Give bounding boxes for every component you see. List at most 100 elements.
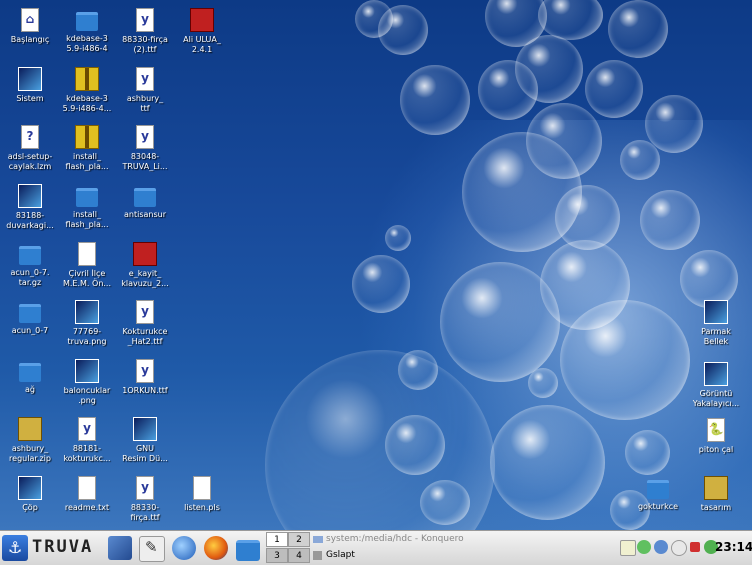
desktop-icon-item[interactable]: 83188- duvarkagi... bbox=[0, 184, 60, 231]
file-manager-launcher[interactable] bbox=[236, 540, 260, 561]
desktop-icon-item[interactable]: ağ bbox=[0, 359, 60, 395]
desktop-icon-item[interactable]: y 88181- kokturukc... bbox=[57, 417, 117, 464]
task-konqueror[interactable]: system:/media/hdc - Konquero bbox=[312, 532, 466, 547]
monitor-icon bbox=[18, 67, 42, 91]
icon-label: piton çal bbox=[698, 445, 734, 454]
archive-icon bbox=[19, 246, 41, 265]
right-icon-item[interactable]: gokturkce bbox=[628, 476, 688, 512]
desktop-icon-item[interactable]: install_ flash_pla... bbox=[57, 184, 117, 230]
desktop-icon-item[interactable]: kdebase-3 5.9-i486-4... bbox=[57, 67, 117, 114]
desktop-icon-item[interactable]: GNU Resim Dü... bbox=[115, 417, 175, 464]
icon-label: 88181- kokturukc... bbox=[63, 444, 111, 463]
desktop-icon-item[interactable]: Sistem bbox=[0, 67, 60, 104]
folder-icon bbox=[76, 188, 98, 207]
right-icon-item[interactable]: tasarım bbox=[686, 476, 746, 513]
icon-label: 88330- firça.ttf bbox=[130, 503, 160, 522]
right-icon-item[interactable]: 🐍 piton çal bbox=[686, 418, 746, 455]
browser-launcher[interactable] bbox=[172, 536, 196, 560]
desktop-icon-item[interactable]: Çivril İlçe M.E.M. Ön... bbox=[57, 242, 117, 289]
desktop-icon-item[interactable]: install_ flash_pla... bbox=[57, 125, 117, 172]
icon-label: GNU Resim Dü... bbox=[122, 444, 168, 463]
start-menu-button[interactable]: ⚓ bbox=[2, 535, 28, 561]
desktop-icon-item[interactable]: ashbury_ regular.zip bbox=[0, 417, 60, 464]
kde-logo-icon: ⚓ bbox=[8, 538, 23, 557]
icon-label: 77769- truva.png bbox=[67, 327, 107, 346]
icon-label: ashbury_ ttf bbox=[126, 94, 164, 113]
desktop-icon-item[interactable]: 77769- truva.png bbox=[57, 300, 117, 347]
icon-label: adsl-setup- caylak.lzm bbox=[7, 152, 53, 171]
folder-icon bbox=[647, 480, 669, 499]
clipboard-icon[interactable] bbox=[620, 540, 636, 556]
icon-label: 88330-firça (2).ttf bbox=[122, 35, 168, 54]
icon-label: ashbury_ regular.zip bbox=[9, 444, 51, 463]
folder-icon bbox=[134, 188, 156, 207]
icon-label: kdebase-3 5.9-i486-4 bbox=[66, 34, 108, 53]
firefox-launcher[interactable] bbox=[204, 536, 228, 560]
desktop-icon-item[interactable]: y 1ORKUN.ttf bbox=[115, 359, 175, 396]
desktop-icon-item[interactable]: kdebase-3 5.9-i486-4 bbox=[57, 8, 117, 54]
desktop-icon-item[interactable]: Çöp bbox=[0, 476, 60, 513]
icon-label: Kokturukce _Hat2.ttf bbox=[122, 327, 168, 346]
task-label: system:/media/hdc - Konquero bbox=[326, 534, 464, 544]
red-disc-icon bbox=[190, 8, 214, 32]
desktop-icon-item[interactable]: ⌂ Başlangıç bbox=[0, 8, 60, 45]
icon-label: Sistem bbox=[16, 94, 44, 103]
alert-icon[interactable] bbox=[690, 542, 700, 552]
screenshot-icon bbox=[704, 362, 728, 386]
desktop-4-button[interactable]: 4 bbox=[288, 548, 310, 563]
network-icon[interactable] bbox=[637, 540, 651, 554]
icon-label: acun_0-7. tar.gz bbox=[10, 268, 50, 287]
icon-label: install_ flash_pla... bbox=[65, 152, 109, 171]
icon-label: ağ bbox=[25, 385, 35, 394]
task-gslapt[interactable]: Gslapt bbox=[312, 548, 466, 563]
icon-label: baloncuklar .png bbox=[63, 386, 111, 405]
desktop-icon-item[interactable]: acun_0-7 bbox=[0, 300, 60, 336]
desktop-1-button[interactable]: 1 bbox=[266, 532, 288, 547]
taskbar: ⚓ TRUVA ✎ 1 2 3 4 system:/media/hdc - Ko… bbox=[0, 530, 752, 565]
trash-icon bbox=[18, 476, 42, 500]
icon-label: readme.txt bbox=[64, 503, 110, 512]
desktop-icon-item[interactable]: acun_0-7. tar.gz bbox=[0, 242, 60, 288]
folder-icon bbox=[313, 536, 323, 543]
python-icon: 🐍 bbox=[707, 418, 725, 442]
zip-icon bbox=[18, 417, 42, 441]
icon-label: 83048- TRUVA_Li... bbox=[122, 152, 168, 171]
icon-label: Başlangıç bbox=[10, 35, 50, 44]
icon-label: 1ORKUN.ttf bbox=[122, 386, 168, 395]
document-icon bbox=[78, 242, 96, 266]
icon-label: tasarım bbox=[700, 503, 732, 512]
desktop-2-button[interactable]: 2 bbox=[288, 532, 310, 547]
icon-label: acun_0-7 bbox=[11, 326, 49, 335]
clock[interactable]: 23:14 bbox=[715, 540, 752, 554]
icon-label: antisansur bbox=[124, 210, 166, 219]
folder-icon bbox=[19, 304, 41, 323]
pdf-icon bbox=[133, 242, 157, 266]
icon-label: Çöp bbox=[22, 503, 38, 512]
icon-label: gokturkce bbox=[637, 502, 679, 511]
desktop-launcher[interactable] bbox=[108, 536, 132, 560]
desktop-icon-item[interactable]: readme.txt bbox=[57, 476, 117, 513]
desktop-background: ⌂ Başlangıç kdebase-3 5.9-i486-4 y 88330-fir… bbox=[0, 0, 752, 530]
desktop-icon-item[interactable]: e_kayit_ klavuzu_2... bbox=[115, 242, 175, 289]
folder-icon bbox=[19, 363, 41, 382]
task-label: Gslapt bbox=[326, 550, 355, 560]
right-icon-item[interactable]: Görüntü Yakalayıcı... bbox=[686, 362, 746, 409]
icon-label: kdebase-3 5.9-i486-4... bbox=[62, 94, 112, 113]
desktop-icon-item[interactable]: y 83048- TRUVA_Li... bbox=[115, 125, 175, 172]
desktop-icon-item[interactable]: listen.pls bbox=[172, 476, 232, 513]
volume-icon[interactable] bbox=[654, 540, 668, 554]
desktop-icon-item[interactable]: antisansur bbox=[115, 184, 175, 220]
desktop-icon-item[interactable]: y 88330-firça (2).ttf bbox=[115, 8, 175, 55]
desktop-3-button[interactable]: 3 bbox=[266, 548, 288, 563]
right-icon-item[interactable]: Parmak Bellek bbox=[686, 300, 746, 347]
desktop-icon-item[interactable]: y Kokturukce _Hat2.ttf bbox=[115, 300, 175, 347]
desktop-icon-item[interactable]: y 88330- firça.ttf bbox=[115, 476, 175, 523]
font-file-icon: y bbox=[78, 417, 96, 441]
desktop-icon-item[interactable]: y ashbury_ ttf bbox=[115, 67, 175, 114]
desktop-icon-item[interactable]: baloncuklar .png bbox=[57, 359, 117, 406]
desktop-icon-item[interactable]: ? adsl-setup- caylak.lzm bbox=[0, 125, 60, 172]
update-icon[interactable] bbox=[671, 540, 687, 556]
editor-launcher[interactable]: ✎ bbox=[139, 536, 165, 562]
desktop-icon-item[interactable]: Ali ULUA_ 2.4.1 bbox=[172, 8, 232, 55]
image-file-icon bbox=[75, 300, 99, 324]
